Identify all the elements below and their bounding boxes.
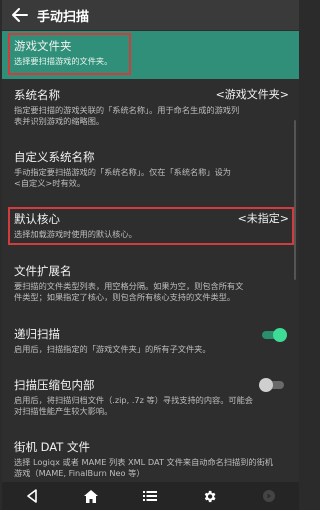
setting-item-file-extensions[interactable]: 文件扩展名 要扫描的文件类型列表，用空格分隔。如果为空，则包含所有文 件类型；如… [2,264,299,303]
back-arrow-icon[interactable] [9,4,31,26]
screen: 手动扫描 游戏文件夹 选择要扫描游戏的文件夹。 系统名称 <游戏文件夹> 指定要… [2,0,299,510]
setting-description: 要扫描的文件类型列表，用空格分隔。如果为空，则包含所有文 件类型；如果指定了核心… [14,281,244,302]
setting-title: 街机 DAT 文件 [14,440,90,454]
scan-archives-toggle[interactable] [259,378,287,392]
setting-description: 启用后，扫描指定的「游戏文件夹」的所有子文件夹。 [14,344,211,354]
setting-description: 选择加载游戏时使用的默认核心。 [14,229,137,239]
bottom-nav-bar [2,482,299,510]
toggle-knob [259,378,273,392]
setting-description: 手动指定要扫描游戏的「系统名称」。仅在「系统名称」设为 <自定义>时有效。 [14,167,231,188]
setting-item-default-core[interactable]: 默认核心 <未指定> 选择加载游戏时使用的默认核心。 [2,212,299,240]
circle-icon[interactable] [254,484,284,508]
setting-description: 启用后，将扫描归档文件（.zip, .7z 等）寻找支持的内容。可能会 对扫描性… [14,395,253,416]
gear-icon[interactable] [195,484,225,508]
setting-title: 文件扩展名 [14,264,72,278]
recursive-scan-toggle[interactable] [259,328,287,342]
setting-item-recursive-scan[interactable]: 递归扫描 启用后，扫描指定的「游戏文件夹」的所有子文件夹。 [2,327,299,355]
setting-description: 选择 Logiqx 或者 MAME 列表 XML DAT 文件来自动命名扫描到的… [14,457,273,478]
page-title: 手动扫描 [37,9,90,25]
setting-item-system-name[interactable]: 系统名称 <游戏文件夹> 指定要扫描的游戏关联的「系统名称」。用于命名生成的游戏… [2,88,299,127]
home-icon[interactable] [76,484,106,508]
setting-item-arcade-dat[interactable]: 街机 DAT 文件 选择 Logiqx 或者 MAME 列表 XML DAT 文… [2,440,299,479]
setting-title: 游戏文件夹 [14,39,72,53]
setting-value: <未指定> [237,212,289,225]
setting-description: 指定要扫描的游戏关联的「系统名称」。用于命名生成的游戏列 表并识别游戏的缩略图。 [14,105,240,126]
setting-title: 扫描压缩包内部 [14,378,95,392]
toggle-knob [273,328,287,342]
app-header: 手动扫描 [2,0,299,30]
setting-value: <游戏文件夹> [215,88,289,101]
list-icon[interactable] [135,484,165,508]
setting-item-scan-archives[interactable]: 扫描压缩包内部 启用后，将扫描归档文件（.zip, .7z 等）寻找支持的内容。… [2,378,299,417]
setting-description: 选择要扫描游戏的文件夹。 [14,56,113,66]
setting-item-custom-system-name[interactable]: 自定义系统名称 手动指定要扫描游戏的「系统名称」。仅在「系统名称」设为 <自定义… [2,150,299,189]
setting-title: 递归扫描 [14,327,60,341]
setting-item-game-folder[interactable]: 游戏文件夹 选择要扫描游戏的文件夹。 [2,31,299,79]
scrollbar[interactable] [294,120,296,280]
back-triangle-icon[interactable] [17,484,47,508]
setting-title: 自定义系统名称 [14,150,95,164]
